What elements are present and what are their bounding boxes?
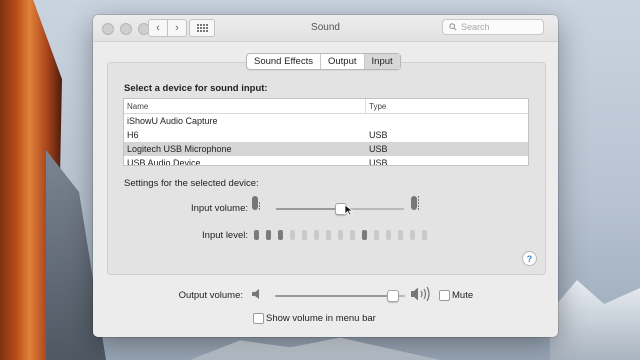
mouse-cursor-icon [344,204,354,216]
mute-label: Mute [452,290,474,301]
mute-checkbox[interactable] [439,290,450,301]
table-row[interactable]: H6 USB [124,128,528,142]
column-header-name[interactable]: Name [124,99,366,113]
output-volume-knob[interactable] [387,290,399,302]
tab-sound-effects[interactable]: Sound Effects [247,54,320,69]
level-bar [314,230,319,240]
search-placeholder: Search [461,22,490,32]
input-device-table[interactable]: Name Type iShowU Audio Capture H6 USB Lo… [123,98,529,166]
level-bar [386,230,391,240]
device-type: USB [369,130,388,140]
help-button[interactable]: ? [522,251,537,266]
device-list-heading: Select a device for sound input: [124,83,268,94]
search-icon [449,23,457,31]
show-volume-in-menu-bar-checkbox[interactable] [253,313,264,324]
input-volume-fill [276,208,340,210]
speaker-low-icon [252,289,259,299]
input-level-meter [254,230,427,240]
input-level-label: Input level: [202,230,248,241]
show-volume-in-menu-bar-label: Show volume in menu bar [266,313,376,324]
tab-bar: Sound Effects Output Input [246,53,401,70]
level-bar [266,230,271,240]
column-header-type[interactable]: Type [366,99,528,113]
tab-output[interactable]: Output [319,54,364,69]
device-type: USB [369,158,388,166]
tab-input[interactable]: Input [363,54,400,69]
title-bar: ‹ › Sound Search [93,15,558,42]
wallpaper-mountains [550,280,640,360]
level-bar [422,230,427,240]
mic-low-icon [252,196,260,210]
level-bar [290,230,295,240]
level-bar [398,230,403,240]
sound-preferences-window: ‹ › Sound Search Sound Effects Output In… [93,15,558,337]
table-row[interactable]: USB Audio Device USB [124,156,528,166]
input-panel: Select a device for sound input: Name Ty… [107,62,546,275]
output-volume-label: Output volume: [178,290,243,301]
table-row-selected[interactable]: Logitech USB Microphone USB [124,142,528,156]
level-bar [254,230,259,240]
level-bar [362,230,367,240]
level-bar [278,230,283,240]
level-bar [338,230,343,240]
device-name: H6 [127,130,139,140]
output-volume-slider[interactable] [275,295,405,297]
mic-high-icon [411,196,419,210]
input-volume-label: Input volume: [190,203,248,214]
level-bar [410,230,415,240]
table-row[interactable]: iShowU Audio Capture [124,114,528,128]
device-name: Logitech USB Microphone [127,144,232,154]
device-type: USB [369,144,388,154]
table-header: Name Type [124,99,528,114]
output-volume-fill [275,295,392,297]
speaker-high-icon [411,286,430,302]
level-bar [326,230,331,240]
level-bar [302,230,307,240]
device-name: iShowU Audio Capture [127,116,218,126]
search-field[interactable]: Search [442,19,544,35]
level-bar [374,230,379,240]
settings-label: Settings for the selected device: [124,178,259,189]
level-bar [350,230,355,240]
device-name: USB Audio Device [127,158,201,166]
